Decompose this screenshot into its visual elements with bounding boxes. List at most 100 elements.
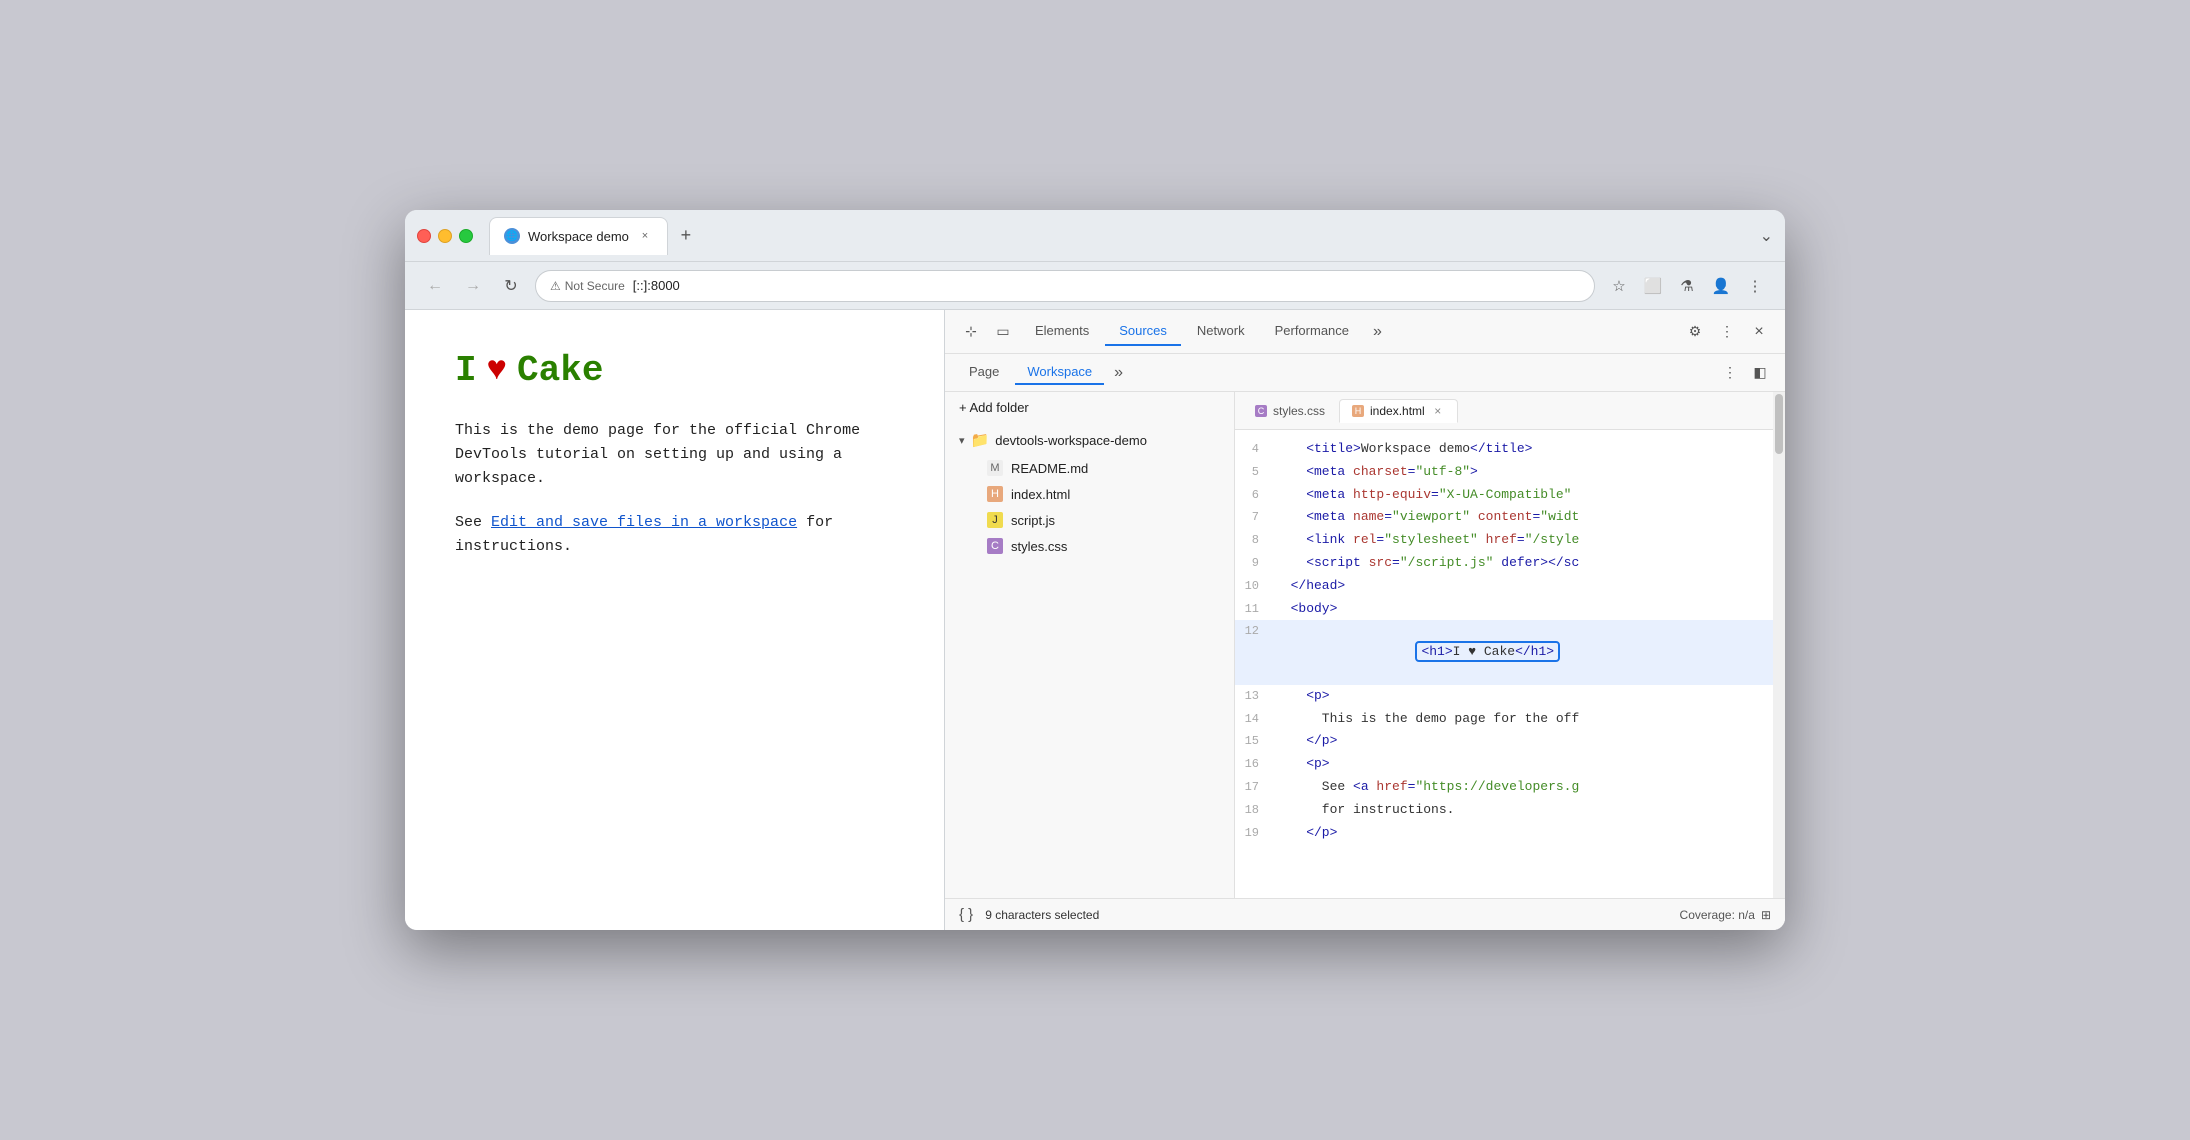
file-readme[interactable]: M README.md <box>973 455 1234 481</box>
line-number-18: 18 <box>1235 801 1275 820</box>
editor-tab-css-icon: C <box>1255 405 1267 417</box>
address-input[interactable]: ⚠ Not Secure [::]:8000 <box>535 270 1595 302</box>
code-line-6: 6 <meta http-equiv="X-UA-Compatible" <box>1235 484 1773 507</box>
line-content-7: <meta name="viewport" content="widt <box>1275 507 1773 528</box>
editor-content[interactable]: 4 <title>Workspace demo</title> 5 <meta … <box>1235 430 1773 898</box>
line-content-12: <h1>I ♥ Cake</h1> <box>1275 621 1773 683</box>
tab-bar: 🌐 Workspace demo × + ⌄ <box>489 217 1773 255</box>
scrollbar-thumb[interactable] <box>1775 394 1783 454</box>
devtools-more-icon[interactable]: ⋮ <box>1713 318 1741 346</box>
line-number-10: 10 <box>1235 577 1275 596</box>
file-name-index-html: index.html <box>1011 487 1070 502</box>
page-heading: I ♥ Cake <box>455 350 894 391</box>
line-number-13: 13 <box>1235 687 1275 706</box>
add-folder-button[interactable]: + Add folder <box>945 392 1234 423</box>
refresh-button[interactable]: ↻ <box>497 272 525 300</box>
editor-tab-styles-css[interactable]: C styles.css <box>1243 400 1337 422</box>
maximize-traffic-light[interactable] <box>459 229 473 243</box>
subtab-workspace[interactable]: Workspace <box>1015 360 1104 385</box>
page-text-1: This is the demo page for the official C… <box>455 422 860 487</box>
settings-icon[interactable]: ⚙ <box>1681 318 1709 346</box>
tab-bar-chevron-icon[interactable]: ⌄ <box>1760 226 1773 246</box>
line-content-18: for instructions. <box>1275 800 1773 821</box>
code-line-17: 17 See <a href="https://developers.g <box>1235 776 1773 799</box>
code-line-12: 12 <h1>I ♥ Cake</h1> <box>1235 620 1773 684</box>
minimize-traffic-light[interactable] <box>438 229 452 243</box>
add-folder-label: + Add folder <box>959 400 1029 415</box>
code-line-11: 11 <body> <box>1235 598 1773 621</box>
line-content-10: </head> <box>1275 576 1773 597</box>
line-content-14: This is the demo page for the off <box>1275 709 1773 730</box>
file-name-script-js: script.js <box>1011 513 1055 528</box>
new-tab-button[interactable]: + <box>672 222 700 250</box>
subtab-page[interactable]: Page <box>957 360 1011 385</box>
heading-cake: Cake <box>517 350 603 391</box>
folder-icon: 📁 <box>971 431 990 449</box>
page-link[interactable]: Edit and save files in a workspace <box>491 514 797 531</box>
editor-tab-index-label: index.html <box>1370 404 1425 418</box>
selection-status: 9 characters selected <box>985 908 1099 922</box>
folder-row[interactable]: ▾ 📁 devtools-workspace-demo <box>945 425 1234 455</box>
sources-panel-wrapper: Page Workspace » ⋮ ◧ + Add folder <box>945 354 1785 898</box>
editor-tab-html-icon: H <box>1352 405 1364 417</box>
file-tree: + Add folder ▾ 📁 devtools-workspace-demo… <box>945 392 1235 898</box>
screenshot-icon[interactable]: ⊞ <box>1761 908 1771 922</box>
more-devtools-tabs-icon[interactable]: » <box>1365 319 1390 345</box>
coverage-label: Coverage: n/a <box>1680 908 1755 922</box>
devtools-toolbar: ⊹ ▭ Elements Sources Network Performance… <box>945 310 1785 354</box>
file-styles-css[interactable]: C styles.css <box>973 533 1234 559</box>
line-number-11: 11 <box>1235 600 1275 619</box>
page-paragraph-1: This is the demo page for the official C… <box>455 419 894 491</box>
device-emulation-icon[interactable]: ▭ <box>989 318 1017 346</box>
file-script-js[interactable]: J script.js <box>973 507 1234 533</box>
file-icon-html: H <box>987 486 1003 502</box>
more-sources-options-icon[interactable]: ⋮ <box>1717 360 1743 386</box>
code-line-8: 8 <link rel="stylesheet" href="/style <box>1235 529 1773 552</box>
editor-tabs: C styles.css H index.html × <box>1235 392 1773 430</box>
devtools-close-button[interactable]: × <box>1745 318 1773 346</box>
line-content-5: <meta charset="utf-8"> <box>1275 462 1773 483</box>
tab-elements[interactable]: Elements <box>1021 317 1103 346</box>
workspace-folder: ▾ 📁 devtools-workspace-demo M README.md <box>945 423 1234 561</box>
profile-icon[interactable]: 👤 <box>1707 272 1735 300</box>
main-area: I ♥ Cake This is the demo page for the o… <box>405 310 1785 930</box>
editor-tab-index-html[interactable]: H index.html × <box>1339 399 1458 423</box>
line-content-19: </p> <box>1275 823 1773 844</box>
inspect-element-icon[interactable]: ⊹ <box>957 318 985 346</box>
line-content-9: <script src="/script.js" defer></sc <box>1275 553 1773 574</box>
sidebar-toggle-icon[interactable]: ◧ <box>1747 360 1773 386</box>
line-content-16: <p> <box>1275 754 1773 775</box>
tab-network[interactable]: Network <box>1183 317 1259 346</box>
code-line-5: 5 <meta charset="utf-8"> <box>1235 461 1773 484</box>
format-icon[interactable]: { } <box>959 906 973 923</box>
file-name-readme: README.md <box>1011 461 1088 476</box>
editor-tab-close-icon[interactable]: × <box>1431 404 1445 418</box>
line-content-11: <body> <box>1275 599 1773 620</box>
line-number-19: 19 <box>1235 824 1275 843</box>
extension-icon[interactable]: ⬜ <box>1639 272 1667 300</box>
more-icon[interactable]: ⋮ <box>1741 272 1769 300</box>
close-traffic-light[interactable] <box>417 229 431 243</box>
lab-icon[interactable]: ⚗ <box>1673 272 1701 300</box>
sources-subtab-actions: ⋮ ◧ <box>1717 360 1773 386</box>
page-text-2-prefix: See <box>455 514 491 531</box>
address-actions: ☆ ⬜ ⚗ 👤 ⋮ <box>1605 272 1769 300</box>
line-content-6: <meta http-equiv="X-UA-Compatible" <box>1275 485 1773 506</box>
tab-sources[interactable]: Sources <box>1105 317 1181 346</box>
file-icon-js: J <box>987 512 1003 528</box>
file-index-html[interactable]: H index.html <box>973 481 1234 507</box>
bookmark-icon[interactable]: ☆ <box>1605 272 1633 300</box>
code-line-4: 4 <title>Workspace demo</title> <box>1235 438 1773 461</box>
forward-button[interactable]: → <box>459 272 487 300</box>
line-number-16: 16 <box>1235 755 1275 774</box>
editor-scrollbar[interactable] <box>1773 392 1785 898</box>
tab-close-button[interactable]: × <box>637 228 653 244</box>
more-sources-tabs-icon[interactable]: » <box>1108 360 1129 386</box>
code-line-16: 16 <p> <box>1235 753 1773 776</box>
code-line-18: 18 for instructions. <box>1235 799 1773 822</box>
code-line-9: 9 <script src="/script.js" defer></sc <box>1235 552 1773 575</box>
sources-subtabs: Page Workspace » ⋮ ◧ <box>945 354 1785 392</box>
tab-performance[interactable]: Performance <box>1261 317 1363 346</box>
browser-tab[interactable]: 🌐 Workspace demo × <box>489 217 668 255</box>
back-button[interactable]: ← <box>421 272 449 300</box>
